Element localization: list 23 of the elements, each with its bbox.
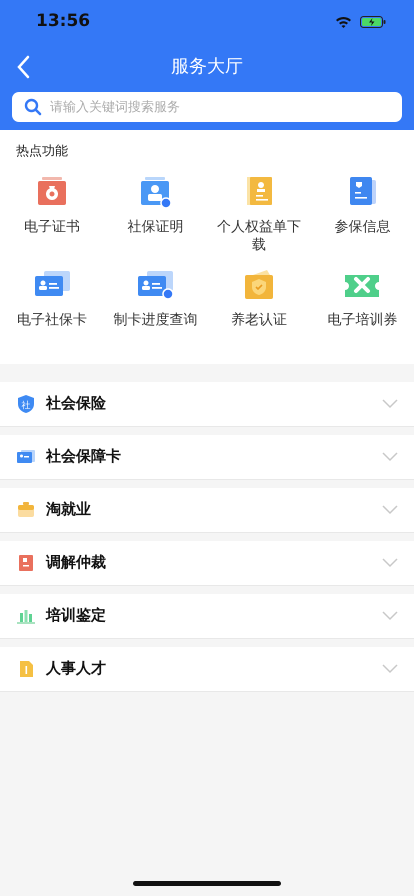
category-row[interactable]: 社会保障卡 (0, 434, 414, 480)
service-shortcut[interactable]: 参保信息 (310, 174, 414, 254)
category-row[interactable]: 社 社会保险 (0, 382, 414, 426)
search-field[interactable]: 请输入关键词搜索服务 (12, 92, 402, 122)
icon-label: 社 (22, 400, 30, 410)
battery-icon (360, 16, 386, 28)
service-shortcut[interactable]: 电子证书 (0, 174, 104, 254)
category-row[interactable]: 人事人才 (0, 646, 414, 692)
category-row[interactable]: 培训鉴定 (0, 594, 414, 638)
page-title: 服务大厅 (171, 54, 243, 78)
document-icon (16, 552, 36, 572)
service-shortcut[interactable]: 制卡进度查询 (104, 266, 207, 348)
service-shortcut[interactable]: 电子社保卡 (0, 266, 104, 348)
category-row[interactable]: 调解仲裁 (0, 540, 414, 586)
service-shortcut[interactable]: 养老认证 (207, 266, 310, 348)
wifi-icon (335, 16, 352, 28)
section-heading: 热点功能 (15, 143, 69, 161)
service-shortcut[interactable]: 电子培训券 (310, 266, 414, 348)
status-time: 13:56 (36, 10, 90, 34)
category-row[interactable]: 淘就业 (0, 488, 414, 532)
service-shortcut[interactable]: 社保证明 (104, 174, 207, 254)
briefcase-icon (16, 500, 36, 520)
service-shortcut[interactable]: 个人权益单下载 (207, 174, 310, 254)
